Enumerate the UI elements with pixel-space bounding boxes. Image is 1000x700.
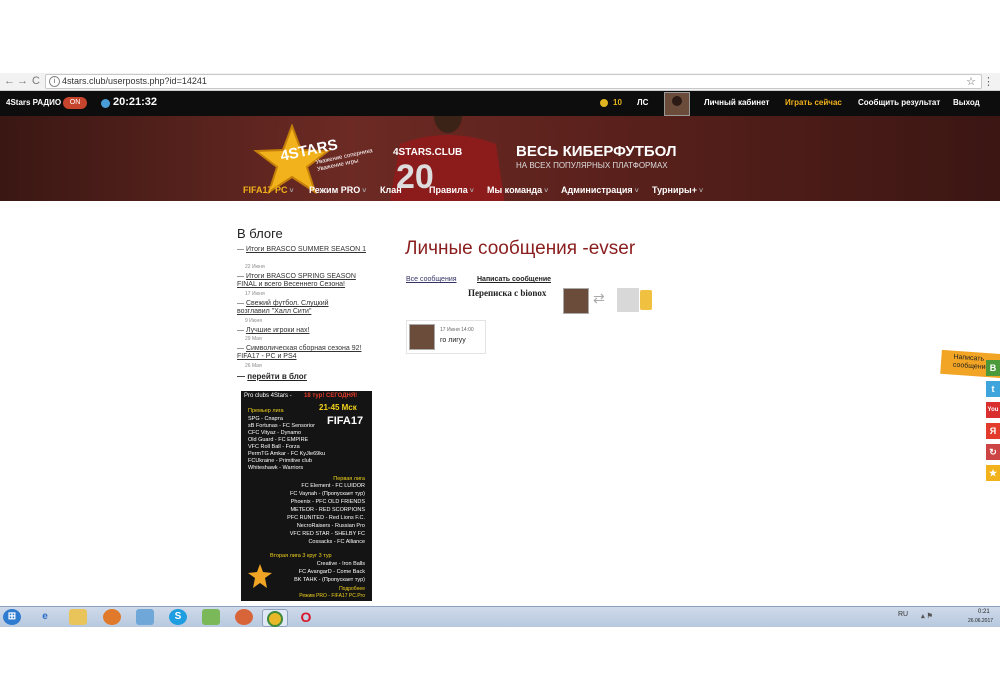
shirt-text: 4STARS.CLUB	[393, 147, 463, 158]
cabinet-link[interactable]: Личный кабинет	[704, 98, 769, 107]
maps-icon[interactable]	[235, 609, 253, 625]
address-bar[interactable]: i 4stars.club/userposts.php?id=14241	[45, 74, 982, 89]
chevron-down-icon: ˅	[698, 188, 704, 195]
nav-team[interactable]: Мы команда ˅	[487, 185, 548, 195]
blog-heading: В блоге	[237, 226, 283, 241]
logo-star-icon	[248, 564, 272, 588]
bookmark-star-icon[interactable]: ☆	[966, 75, 976, 88]
nav-fifa17[interactable]: FIFA17 PC ˅	[243, 185, 294, 195]
media-player-icon[interactable]	[103, 609, 121, 625]
blog-item[interactable]: — Итоги BRASCO SUMMER SEASON 1	[237, 246, 367, 254]
twitter-icon[interactable]: t	[986, 381, 1000, 397]
logout-link[interactable]: Выход	[953, 98, 980, 107]
youtube-icon[interactable]: You	[986, 402, 1000, 418]
private-messages-link[interactable]: ЛС	[637, 98, 648, 107]
blog-date: 9 Июня	[245, 318, 262, 324]
nav-rules[interactable]: Правила ˅	[429, 185, 474, 195]
browser-toolbar: ← → C i 4stars.club/userposts.php?id=142…	[0, 73, 1000, 91]
fifa17-logo: FIFA17	[327, 415, 364, 427]
coin-count: 10	[613, 98, 622, 107]
reload-icon[interactable]: C	[32, 75, 40, 87]
nav-admin[interactable]: Администрация ˅	[561, 185, 639, 195]
blog-item[interactable]: — Символическая сборная сезона 92! FIFA1…	[237, 345, 367, 361]
url-text: 4stars.club/userposts.php?id=14241	[62, 76, 207, 86]
avatar[interactable]	[409, 324, 435, 350]
page-title: Личные сообщения -evser	[405, 238, 636, 259]
skype-icon[interactable]: S	[169, 609, 187, 625]
chrome-icon[interactable]	[262, 609, 288, 627]
nav-tournaments[interactable]: Турниры+ ˅	[652, 185, 703, 195]
blog-item[interactable]: — Лучшие игроки нах!	[237, 327, 367, 335]
tab-write-message[interactable]: Написать сообщение	[477, 276, 551, 283]
exchange-arrows-icon: ⇄	[593, 290, 605, 306]
server-clock: 20:21:32	[113, 96, 158, 108]
windows-taskbar: ⊞ e S O RU ▴ ⚑ 0:21 26.06.2017	[0, 606, 1000, 627]
chevron-down-icon: ˅	[469, 188, 474, 195]
radio-label: 4Stars РАДИО	[6, 98, 62, 107]
star-icon[interactable]: ★	[986, 465, 1000, 481]
ie-icon[interactable]: e	[36, 609, 54, 625]
site-banner: 4STARS Уважение соперника Уважение игры …	[0, 116, 1000, 201]
club-badge-icon	[640, 290, 652, 310]
menu-icon[interactable]: ⋮	[983, 75, 994, 88]
tray-icons[interactable]: ▴ ⚑	[918, 609, 936, 625]
coin-icon	[600, 99, 608, 107]
tray-date[interactable]: 26.06.2017	[968, 618, 993, 624]
tab-all-messages[interactable]: Все сообщения	[406, 276, 457, 283]
opera-icon[interactable]: O	[297, 609, 315, 625]
info-icon[interactable]: i	[49, 76, 60, 87]
back-icon[interactable]: ←	[4, 75, 15, 87]
avatar[interactable]	[617, 288, 639, 312]
chevron-down-icon: ˅	[362, 188, 367, 195]
app-icon[interactable]	[202, 609, 220, 625]
avatar[interactable]	[563, 288, 589, 314]
start-button[interactable]: ⊞	[3, 609, 21, 625]
tray-clock[interactable]: 0:21	[978, 609, 990, 615]
explorer-icon[interactable]	[69, 609, 87, 625]
vk-icon[interactable]: В	[986, 360, 1000, 376]
nav-pro[interactable]: Режим PRO ˅	[309, 185, 366, 195]
clock-icon	[101, 99, 110, 108]
network-icon[interactable]	[136, 609, 154, 625]
message-date: 17 Июня 14:00	[440, 327, 474, 333]
chevron-down-icon: ˅	[289, 188, 294, 195]
blog-item[interactable]: — Свежий футбол. Слуцкий возглавил "Халл…	[237, 300, 347, 316]
forward-icon[interactable]: →	[17, 75, 28, 87]
share-icon[interactable]: ↻	[986, 444, 1000, 460]
radio-toggle[interactable]: ON	[63, 97, 87, 109]
blog-date: 29 Мая	[245, 336, 262, 342]
site-topbar: 4Stars РАДИО ON 20:21:32 10 ЛС Личный ка…	[0, 91, 1000, 116]
banner-subtitle: НА ВСЕХ ПОПУЛЯРНЫХ ПЛАТФОРМАХ	[516, 161, 668, 170]
language-indicator[interactable]: RU	[898, 611, 908, 618]
blog-item[interactable]: — Итоги BRASCO SPRING SEASON FINAL и все…	[237, 273, 367, 289]
conversation-label: Переписка с bionox	[468, 288, 547, 298]
to-blog-link[interactable]: — перейти в блог	[237, 372, 307, 381]
chevron-down-icon: ˅	[544, 188, 549, 195]
nav-clans[interactable]: Клан	[380, 185, 402, 195]
blog-date: 26 Мая	[245, 363, 262, 369]
report-result-link[interactable]: Сообщить результат	[858, 98, 940, 107]
user-avatar[interactable]	[664, 92, 690, 116]
tournament-poster[interactable]: Pro clubs 4Stars - 18 тур! СЕГОДНЯ! 21-4…	[241, 391, 372, 601]
blog-date: 17 Июня	[245, 291, 265, 297]
message-text: го лигуу	[440, 337, 466, 344]
play-now-link[interactable]: Играть сейчас	[785, 98, 842, 107]
yandex-icon[interactable]: Я	[986, 423, 1000, 439]
chevron-down-icon: ˅	[634, 188, 639, 195]
blog-date: 22 Июня	[245, 264, 265, 270]
banner-title: ВЕСЬ КИБЕРФУТБОЛ	[516, 143, 677, 160]
